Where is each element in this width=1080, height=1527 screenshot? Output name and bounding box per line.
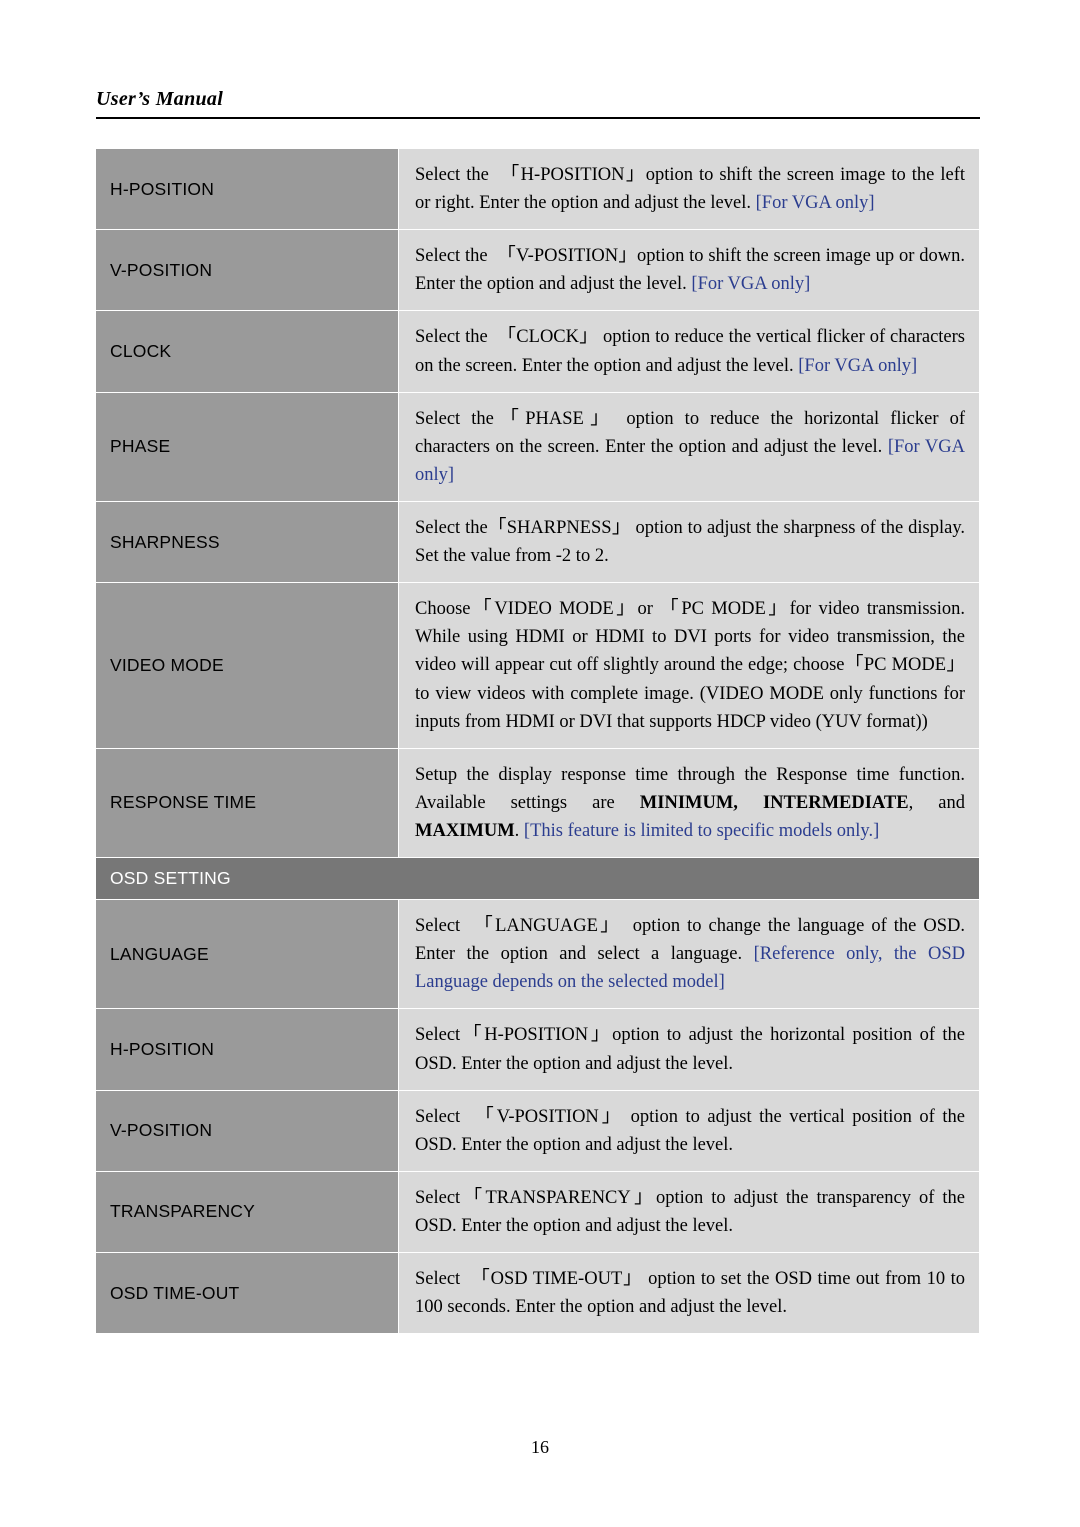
setting-label: LANGUAGE xyxy=(95,899,399,1010)
page-header: User’s Manual xyxy=(96,88,980,119)
setting-label: PHASE xyxy=(95,391,399,502)
setting-description: Select the「PHASE」 option to reduce the h… xyxy=(398,391,980,502)
setting-label: CLOCK xyxy=(95,310,399,393)
table-row: SHARPNESS Select the「SHARPNESS」 option to… xyxy=(95,500,980,584)
setting-description: Choose「VIDEO MODE」or 「PC MODE」for video … xyxy=(398,582,980,749)
header-title: User’s Manual xyxy=(96,88,224,110)
table-row: V-POSITION Select the 「V-POSITION」option … xyxy=(95,229,980,312)
setting-label: V-POSITION xyxy=(95,1089,399,1172)
setting-label: VIDEO MODE xyxy=(95,582,399,749)
table-row: CLOCK Select the 「CLOCK」 option to reduce… xyxy=(95,310,980,393)
table-row: V-POSITION Select 「V-POSITION」 option to … xyxy=(95,1089,980,1172)
setting-label: OSD TIME-OUT xyxy=(95,1252,399,1335)
document-page: User’s Manual H-POSITION Select the 「H-PO… xyxy=(0,0,1080,1527)
setting-description: Select「H-POSITION」option to adjust the h… xyxy=(398,1008,980,1091)
setting-description: Select 「LANGUAGE」 option to change the l… xyxy=(398,899,980,1010)
table-body: H-POSITION Select the 「H-POSITION」option … xyxy=(95,147,980,1335)
setting-description: Select the 「H-POSITION」option to shift t… xyxy=(398,147,980,231)
setting-description: Select 「OSD TIME-OUT」 option to set the … xyxy=(398,1252,980,1335)
setting-description: Select the「SHARPNESS」 option to adjust t… xyxy=(398,500,980,584)
setting-label: H-POSITION xyxy=(95,1008,399,1091)
setting-label: V-POSITION xyxy=(95,229,399,312)
setting-description: Select 「V-POSITION」 option to adjust the… xyxy=(398,1089,980,1172)
table-row: OSD TIME-OUT Select 「OSD TIME-OUT」 option… xyxy=(95,1252,980,1335)
page-number: 16 xyxy=(531,1437,549,1457)
header-divider xyxy=(96,117,980,119)
setting-description: Setup the display response time through … xyxy=(398,747,980,859)
table-row: TRANSPARENCY Select「TRANSPARENCY」option t… xyxy=(95,1170,980,1254)
setting-label: RESPONSE TIME xyxy=(95,747,399,859)
table-row: H-POSITION Select the 「H-POSITION」option … xyxy=(95,147,980,231)
section-header: OSD SETTING xyxy=(95,857,980,901)
setting-description: Select the 「V-POSITION」option to shift t… xyxy=(398,229,980,312)
table-row: RESPONSE TIME Setup the display response … xyxy=(95,747,980,859)
setting-label: SHARPNESS xyxy=(95,500,399,584)
table-row: LANGUAGE Select 「LANGUAGE」 option to chan… xyxy=(95,899,980,1010)
table-section-row: OSD SETTING xyxy=(95,857,980,901)
table-row: H-POSITION Select「H-POSITION」option to ad… xyxy=(95,1008,980,1091)
page-footer: 16 xyxy=(0,1437,1080,1458)
setting-description: Select「TRANSPARENCY」option to adjust the… xyxy=(398,1170,980,1254)
setting-label: TRANSPARENCY xyxy=(95,1170,399,1254)
setting-label: H-POSITION xyxy=(95,147,399,231)
setting-description: Select the 「CLOCK」 option to reduce the … xyxy=(398,310,980,393)
osd-settings-table: H-POSITION Select the 「H-POSITION」option … xyxy=(95,147,980,1335)
table-row: VIDEO MODE Choose「VIDEO MODE」or 「PC MODE」… xyxy=(95,582,980,749)
table-row: PHASE Select the「PHASE」 option to reduce … xyxy=(95,391,980,502)
